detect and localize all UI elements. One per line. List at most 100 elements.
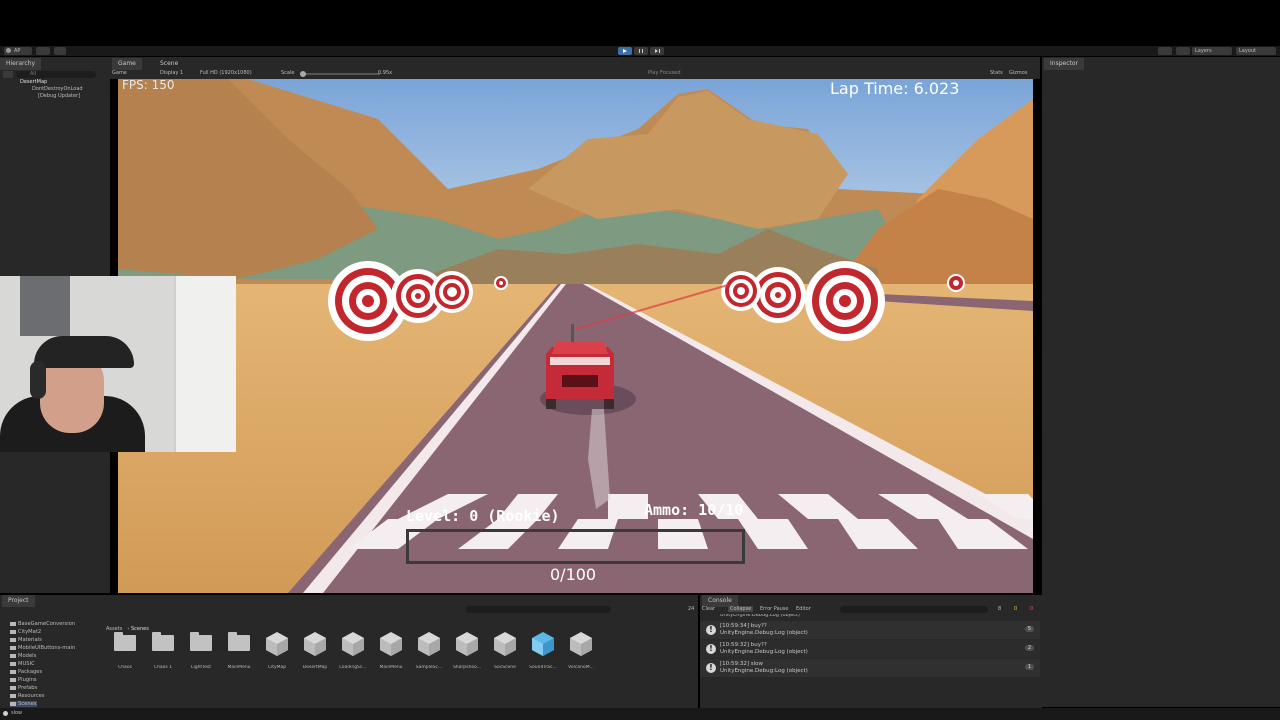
play-mode-dropdown[interactable]: Play Focused [648,70,681,76]
project-tree-label: Packages [18,669,43,675]
folder-icon [10,629,16,634]
hierarchy-search-placeholder: All [30,71,37,77]
console-log-row[interactable]: ! [10:59:32] slow UnityEngine.Debug:Log (o… [700,659,1040,677]
project-tree-label: BaseGameConversion [18,621,76,627]
hierarchy-tab-label: Hierarchy [6,60,36,67]
project-tree-item[interactable]: Resources [10,693,45,699]
asset-label: Chaos 1 [153,665,173,670]
console-clear-button[interactable]: Clear [702,606,715,612]
asset-item[interactable]: MainMenu [222,629,256,675]
unity-scene-icon [493,631,517,661]
tab-scene[interactable]: Scene [154,58,184,70]
game-mode-dropdown[interactable]: Game [112,70,127,76]
tab-inspector[interactable]: Inspector [1044,58,1084,70]
asset-item[interactable]: MainMenu [374,629,408,675]
pause-button[interactable] [634,47,648,55]
tab-game[interactable]: Game [112,58,142,70]
console-collapse-button[interactable]: Collapse [728,606,754,612]
project-tree-item[interactable]: Plugins [10,677,37,683]
asset-item[interactable]: SoundTrac... [526,629,560,675]
webcam-overlay [0,276,236,452]
project-tree-item[interactable]: MUSIC [10,661,35,667]
step-button[interactable] [650,47,664,55]
project-tree-label: Prefabs [18,685,38,691]
play-button[interactable] [618,47,632,55]
folder-icon [10,685,16,690]
console-error-count[interactable]: 0 [1030,606,1033,612]
status-icon [3,711,8,716]
asset-item[interactable]: SocScene [488,629,522,675]
project-tree-item[interactable]: Models [10,653,36,659]
hierarchy-item-debug-updater[interactable]: [Debug Updater] [38,93,80,99]
project-tree-item[interactable]: Packages [10,669,42,675]
project-tree-item[interactable]: BaseGameConversion [10,621,75,627]
asset-item[interactable]: CityMap [260,629,294,675]
info-icon: ! [706,644,716,654]
asset-item[interactable]: DesertMap [298,629,332,675]
tab-hierarchy[interactable]: Hierarchy [0,58,42,70]
fps-counter: FPS: 150 [122,79,175,92]
cloud-icon[interactable] [36,47,50,55]
asset-item[interactable]: Chaos 1 [146,629,180,675]
asset-item[interactable]: LightTest [184,629,218,675]
game-view-header: Game Scene Game Display 1 Full HD (1920x… [110,57,1040,79]
folder-icon [152,632,174,651]
target-right-1 [805,261,885,341]
asset-item[interactable]: Sharpshoo... [450,629,484,675]
layers-dropdown[interactable]: Layers [1192,47,1232,55]
stats-button[interactable]: Stats [990,70,1003,76]
search-icon[interactable] [1176,47,1190,55]
hierarchy-item-desertmap[interactable]: DesertMap [20,79,47,85]
hierarchy-item-dontdestroyonload[interactable]: DontDestroyOnLoad [32,86,83,92]
account-button[interactable]: AP [4,47,32,55]
console-search-input[interactable] [840,606,988,613]
console-log-row[interactable]: ! [10:59:34] buy?? UnityEngine.Debug:Log (… [700,621,1040,639]
asset-label: Chaos [118,665,132,670]
tab-project[interactable]: Project [2,595,35,607]
asset-label: SocScene [494,665,516,670]
asset-label: MainMenu [227,665,251,670]
asset-label: VolcanoM... [568,665,594,670]
resolution-dropdown[interactable]: Full HD (1920x1080) [200,70,252,76]
hierarchy-search-input[interactable]: All [16,71,96,78]
collab-icon[interactable] [54,47,66,55]
console-error-pause-button[interactable]: Error Pause [760,606,788,612]
project-tree-label: Models [18,653,37,659]
status-bar: slow [0,708,1280,720]
unity-scene-icon [569,631,593,661]
folder-icon [10,693,16,698]
project-tree-item[interactable]: MobileUIButtons-main [10,645,75,651]
console-info-count[interactable]: 8 [998,606,1001,612]
asset-item[interactable]: VolcanoM... [564,629,598,675]
asset-item[interactable]: Chaos [108,629,142,675]
project-tree-item[interactable]: Scenes [10,701,37,707]
console-log-row[interactable]: ! [10:59:32] buy?? UnityEngine.Debug:Log (… [700,640,1040,658]
console-log-message: [10:59:32] buy?? [720,642,767,648]
folder-icon [10,669,16,674]
asset-item[interactable]: SampleSc... [412,629,446,675]
asset-item[interactable]: LoadingSc... [336,629,370,675]
hierarchy-add-button[interactable] [3,71,13,78]
project-tree-item[interactable]: Prefabs [10,685,37,691]
layout-dropdown[interactable]: Layout [1236,47,1276,55]
project-search-input[interactable] [466,606,611,613]
history-icon[interactable] [1158,47,1172,55]
project-panel: Project 24 Assets › Scenes BaseGameConve… [0,595,698,708]
folder-icon [10,637,16,642]
account-label: AP [14,48,21,54]
tab-game-label: Game [118,60,136,67]
project-folder-tree: BaseGameConversion CityMat2 Materials Mobil… [0,621,100,708]
scale-slider[interactable] [300,71,380,77]
status-message: slow [11,710,23,716]
console-tab-label: Console [708,597,732,604]
game-viewport[interactable]: FPS: 150 Lap Time: 6.023 Level: 0 (Rooki… [118,79,1033,593]
inspector-tab-label: Inspector [1050,60,1078,67]
folder-icon [10,677,16,682]
display-dropdown[interactable]: Display 1 [160,70,183,76]
console-warn-count[interactable]: 0 [1014,606,1017,612]
console-editor-dropdown[interactable]: Editor [796,606,811,612]
project-tree-item[interactable]: Materials [10,637,42,643]
target-left-3 [431,271,473,313]
gizmos-button[interactable]: Gizmos [1009,70,1027,76]
project-tree-item[interactable]: CityMat2 [10,629,41,635]
